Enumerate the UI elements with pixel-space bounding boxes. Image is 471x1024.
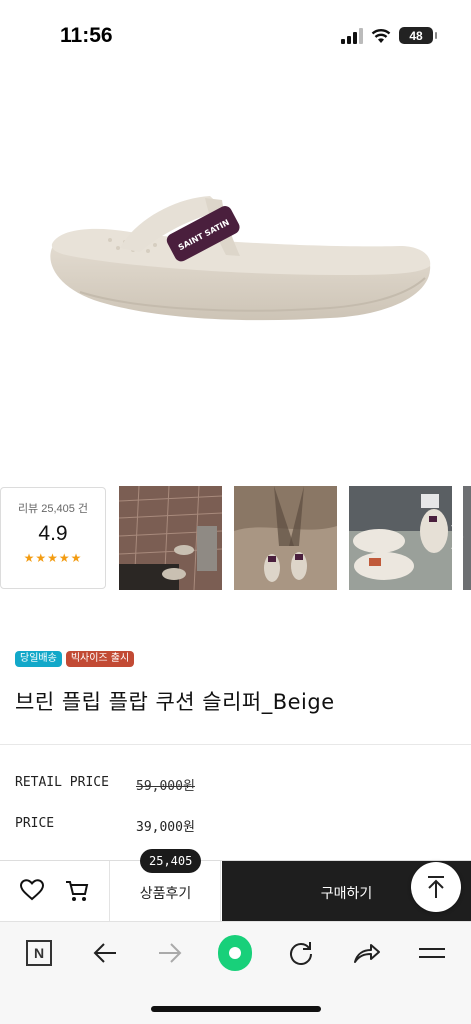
cellular-signal-icon <box>341 27 363 44</box>
retail-price-value: 59,000원 <box>136 779 195 794</box>
review-tab-label: 상품후기 <box>139 886 192 902</box>
naver-icon: N <box>26 940 52 966</box>
green-home-dot <box>229 947 241 959</box>
reload-button[interactable] <box>284 936 318 970</box>
green-home-button[interactable] <box>218 935 252 971</box>
share-icon <box>354 944 380 963</box>
green-home-icon <box>218 935 252 971</box>
scroll-to-top-button[interactable] <box>411 862 461 912</box>
purchase-bar: 상품후기 구매하기 <box>0 860 471 922</box>
product-image[interactable]: SAINT SATIN <box>0 70 471 480</box>
product-title: 브린 플립 플랍 쿠션 슬리퍼_Beige <box>15 690 335 714</box>
browser-toolbar: N <box>0 921 471 983</box>
review-photo-2-image <box>234 486 337 590</box>
review-photo-3[interactable] <box>349 486 452 590</box>
rating-stars: ★★★★★ <box>23 551 83 565</box>
chevron-right-icon[interactable] <box>449 522 465 552</box>
share-button[interactable] <box>350 936 384 970</box>
status-time: 11:56 <box>60 24 113 47</box>
back-arrow-icon <box>93 943 116 963</box>
menu-icon <box>419 948 445 958</box>
menu-button[interactable] <box>415 936 449 970</box>
big-size-badge: 빅사이즈 출시 <box>65 651 135 667</box>
bottom-safe-area <box>0 983 471 1024</box>
wishlist-cart-group <box>0 861 110 922</box>
forward-button[interactable] <box>153 936 187 970</box>
heart-icon[interactable] <box>20 879 44 901</box>
review-count-label: 리뷰 25,405 건 <box>17 503 89 515</box>
rating-score: 4.9 <box>38 522 68 545</box>
review-photo-3-image <box>349 486 452 590</box>
same-day-badge: 당일배송 <box>15 651 62 667</box>
rating-summary[interactable]: 리뷰 25,405 건 4.9 ★★★★★ <box>0 487 106 589</box>
naver-button[interactable]: N <box>22 936 56 970</box>
status-icons: 48 <box>341 27 437 44</box>
arrow-up-icon <box>428 876 444 898</box>
status-bar: 11:56 48 <box>0 0 471 70</box>
back-button[interactable] <box>88 936 122 970</box>
review-gallery: 리뷰 25,405 건 4.9 ★★★★★ <box>0 486 471 590</box>
badge-row: 당일배송 빅사이즈 출시 <box>15 651 135 667</box>
reload-icon <box>290 942 312 965</box>
review-count-bubble: 25,405 <box>140 849 202 873</box>
retail-price-label: RETAIL PRICE <box>15 775 109 790</box>
price-value: 39,000원 <box>136 820 195 835</box>
review-photo-1-image <box>119 486 222 590</box>
divider <box>0 744 471 745</box>
price-label: PRICE <box>15 816 55 831</box>
sandal-image: SAINT SATIN <box>50 196 431 321</box>
home-indicator[interactable] <box>151 1006 321 1012</box>
forward-arrow-icon <box>159 943 182 963</box>
battery-icon: 48 <box>399 27 437 44</box>
review-photo-2[interactable] <box>234 486 337 590</box>
wifi-icon <box>371 28 391 43</box>
cart-icon[interactable] <box>65 879 89 903</box>
review-photo-1[interactable] <box>119 486 222 590</box>
